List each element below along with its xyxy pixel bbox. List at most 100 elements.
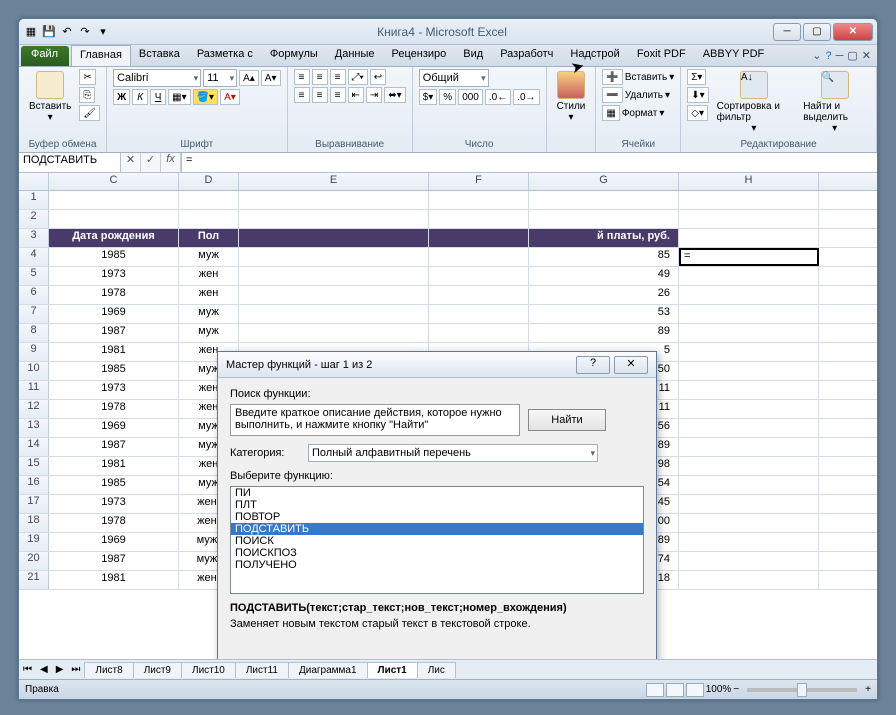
row-header[interactable]: 10 [19,362,49,380]
sheet-tab[interactable]: Лист8 [84,662,133,678]
cell[interactable]: 1985 [49,248,179,266]
row-header[interactable]: 3 [19,229,49,247]
tab-foxit pdf[interactable]: Foxit PDF [629,45,695,66]
insert-cells-button[interactable]: ➕ [602,69,622,85]
decrease-font-icon[interactable]: A▾ [261,70,281,86]
cell[interactable]: муж [179,324,239,342]
orientation-icon[interactable]: ⤢▾ [348,69,368,85]
table-header[interactable] [429,229,529,247]
format-cells-button[interactable]: ▦ [602,105,619,121]
zoom-slider[interactable] [747,688,857,692]
cell[interactable]: 85 [529,248,679,266]
view-layout-icon[interactable] [666,683,684,697]
row-header[interactable]: 8 [19,324,49,342]
clear-icon[interactable]: ◇▾ [687,105,708,121]
view-break-icon[interactable] [686,683,704,697]
tab-рецензиро[interactable]: Рецензиро [384,45,456,66]
cell[interactable]: 1981 [49,343,179,361]
formula-input[interactable]: = [181,153,877,172]
cell[interactable]: 1987 [49,438,179,456]
indent-inc-icon[interactable]: ⇥ [366,87,382,103]
row-header[interactable]: 20 [19,552,49,570]
row-header[interactable]: 5 [19,267,49,285]
tab-разметка с[interactable]: Разметка с [189,45,262,66]
currency-icon[interactable]: $▾ [419,89,438,105]
cell[interactable]: 1985 [49,476,179,494]
cell[interactable]: 1987 [49,552,179,570]
cell[interactable] [679,362,819,380]
row-header[interactable]: 4 [19,248,49,266]
cell[interactable] [679,286,819,304]
row-header[interactable]: 16 [19,476,49,494]
bold-button[interactable]: Ж [113,89,130,105]
cell[interactable]: 26 [529,286,679,304]
enter-formula-icon[interactable]: ✓ [141,153,161,172]
save-icon[interactable]: 💾 [41,24,57,40]
merge-icon[interactable]: ⬌▾ [384,87,405,103]
comma-icon[interactable]: 000 [458,89,483,105]
col-header[interactable]: D [179,173,239,190]
align-right-icon[interactable]: ≡ [330,87,346,103]
col-header[interactable]: G [529,173,679,190]
copy-icon[interactable]: ⎘ [79,87,95,103]
cell[interactable] [239,324,429,342]
cell[interactable] [679,552,819,570]
cell[interactable]: жен [179,267,239,285]
wrap-text-icon[interactable]: ↩ [370,69,386,85]
row-header[interactable]: 21 [19,571,49,589]
zoom-out-icon[interactable]: − [733,684,739,695]
align-middle-icon[interactable]: ≡ [312,69,328,85]
maximize-button[interactable]: ▢ [803,23,831,41]
cell[interactable]: 53 [529,305,679,323]
row-header[interactable]: 14 [19,438,49,456]
row-header[interactable]: 13 [19,419,49,437]
align-left-icon[interactable]: ≡ [294,87,310,103]
font-color-button[interactable]: A▾ [220,89,240,105]
cell[interactable]: 1978 [49,286,179,304]
function-item[interactable]: ПЛТ [231,499,643,511]
align-bottom-icon[interactable]: ≡ [330,69,346,85]
cell[interactable]: 1973 [49,495,179,513]
dec-decimal-icon[interactable]: .0→ [513,89,539,105]
row-header[interactable]: 7 [19,305,49,323]
cell[interactable] [429,267,529,285]
fx-icon[interactable]: fx [161,153,181,172]
cell[interactable]: 1973 [49,381,179,399]
help-icon[interactable]: ? [825,50,831,62]
tab-данные[interactable]: Данные [327,45,384,66]
find-button[interactable]: Найти [528,409,606,431]
align-center-icon[interactable]: ≡ [312,87,328,103]
doc-close-icon[interactable]: ✕ [862,49,871,62]
tab-вставка[interactable]: Вставка [131,45,189,66]
tab-nav-first-icon[interactable]: ⏮ [19,664,36,675]
cell[interactable] [679,381,819,399]
col-header[interactable]: H [679,173,819,190]
cell[interactable]: муж [179,305,239,323]
dialog-titlebar[interactable]: Мастер функций - шаг 1 из 2 ? ✕ [218,352,656,378]
cell[interactable]: = [679,248,819,266]
cell[interactable] [429,286,529,304]
underline-button[interactable]: Ч [150,89,166,105]
cell[interactable] [679,343,819,361]
cell[interactable] [429,248,529,266]
function-item[interactable]: ПОВТОР [231,511,643,523]
close-button[interactable]: ✕ [833,23,873,41]
function-item[interactable]: ПОИСК [231,535,643,547]
increase-font-icon[interactable]: A▴ [239,70,259,86]
sort-filter-button[interactable]: A↓Сортировка и фильтр▾ [713,69,796,136]
paste-button[interactable]: Вставить▾ [25,69,75,125]
cell[interactable] [679,267,819,285]
find-select-button[interactable]: 🔍Найти и выделить▾ [799,69,870,136]
cell[interactable]: 1978 [49,400,179,418]
row-header[interactable]: 17 [19,495,49,513]
cell[interactable] [679,419,819,437]
sheet-tab[interactable]: Лист9 [133,662,182,678]
category-combo[interactable]: Полный алфавитный перечень [308,444,598,462]
redo-icon[interactable]: ↷ [77,24,93,40]
cell[interactable]: 49 [529,267,679,285]
font-name-combo[interactable]: Calibri [113,69,201,87]
tab-nav-prev-icon[interactable]: ◀ [36,664,52,675]
cell[interactable]: жен [179,286,239,304]
cell[interactable] [239,305,429,323]
cell[interactable] [239,267,429,285]
